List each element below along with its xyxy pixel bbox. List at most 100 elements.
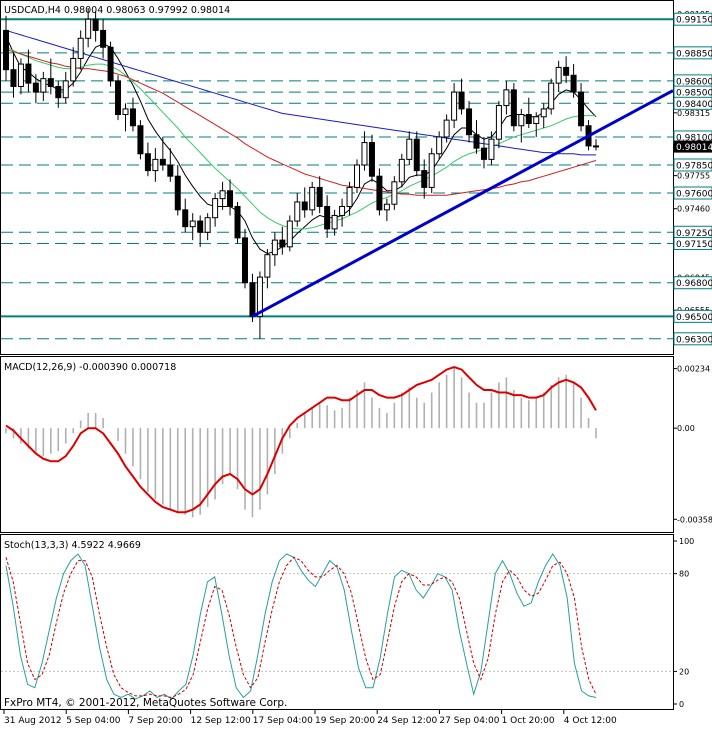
level-price-label: 0.97150 [676,240,712,250]
macd-tick-label: 0.00234 [677,365,710,374]
candle-body [167,164,174,177]
candle-body [316,186,323,207]
candle-body [331,214,338,230]
candle-body [100,29,107,48]
level-price-label: 0.97850 [676,161,712,171]
time-tick-label: 19 Sep 20:00 [315,716,375,726]
candle-body [10,69,17,87]
time-tick-label: 24 Sep 12:00 [377,716,437,726]
candle-body [271,239,278,256]
candle-body [376,175,383,211]
candle-body [189,220,196,228]
candle-body [346,186,353,207]
price-tick-label: 0.97755 [677,172,710,181]
candle-body [62,80,69,99]
candle-body [85,18,92,39]
panel-frames [0,0,674,710]
candle-body [548,82,555,110]
platform-label: FxPro MT4, © 2001-2012, MetaQuotes Softw… [4,697,287,709]
candle-body [197,220,204,233]
candle-body [466,108,473,136]
candle-body [451,91,458,121]
candle-body [70,57,77,82]
candle-body [324,205,331,230]
candle-body [55,85,62,99]
candle-body [309,186,316,211]
candle-body [137,125,144,155]
candle-body [570,74,577,93]
candle-body [212,198,219,219]
candle-body [563,66,570,76]
candle-body [383,203,390,211]
candle-body [525,114,532,124]
price-tick-label: 0.97460 [677,205,710,214]
candle-body [503,89,510,107]
macd-histogram [5,367,597,518]
macd-tick-label: -0.00358 [677,515,712,524]
candle-body [294,201,301,222]
time-tick-label: 7 Sep 20:00 [128,716,183,726]
candle-body [286,220,293,248]
candle-body [510,89,517,127]
candle-body [249,282,256,317]
candle-body [398,158,405,183]
macd-signal-line [5,366,597,514]
candle-body [92,18,99,31]
candle-body [413,138,420,172]
chart-window: 0.991950.991500.988500.986000.985000.984… [0,0,712,727]
level-price-label: 0.97600 [676,190,712,200]
macd-signal-group [5,366,597,514]
candle-body [473,134,480,149]
candle-body [17,63,24,87]
time-tick-label: 4 Oct 12:00 [564,716,617,726]
candle-body [301,201,308,211]
candle-body [279,239,286,248]
moving-average-line [5,49,597,196]
candle-body [40,78,47,93]
time-axis: 31 Aug 2012 5 Sep 04:00 7 Sep 20:00 12 Sep … [3,710,617,726]
time-tick-label: 12 Sep 12:00 [191,716,251,726]
candle-body [182,209,189,228]
time-tick-label: 5 Sep 04:00 [66,716,121,726]
candle-body [174,175,181,211]
candle-body [77,37,84,59]
macd-panel-title: MACD(12,26,9) -0.000390 0.000718 [4,362,176,373]
stoch-panel-title: Stoch(13,3,3) 4.5922 4.9669 [4,540,141,551]
level-price-label: 0.99150 [676,16,712,26]
candle-body [144,153,151,172]
candle-body [159,158,166,166]
candle-body [443,119,450,138]
moving-average-line [5,35,597,255]
candle-body [406,138,413,160]
level-price-label: 0.96800 [676,279,712,289]
candle-body [3,29,9,71]
stoch-signal-line [5,556,597,699]
candle-body [518,114,525,127]
candle-body [25,63,32,84]
horizontal-levels [1,18,673,340]
candle-body [361,142,368,166]
candle-body [339,205,346,216]
price-axis: 0.991950.991500.988500.986000.985000.984… [673,10,712,346]
moving-averages [5,29,597,255]
candle-body [47,78,54,87]
stoch-tick-label: 0 [679,700,684,709]
price-tick-label: 0.98315 [677,109,710,118]
candle-body [354,164,361,188]
time-tick-label: 27 Sep 04:00 [439,716,499,726]
level-price-label: 0.96300 [676,335,712,345]
price-panel [0,0,674,355]
candle-body [129,108,136,127]
current-price-label: 0.98014 [676,143,712,153]
candle-body [421,170,428,188]
candle-body [540,108,547,118]
candle-body [227,190,234,207]
candle-body [480,147,487,160]
candle-body [555,66,562,84]
candle-body [368,142,375,177]
macd-tick-label: 0.00 [677,424,695,433]
candle-body [428,153,435,188]
time-tick-label: 31 Aug 2012 [4,716,62,726]
candle-body [488,138,495,160]
candle-body [219,190,226,200]
